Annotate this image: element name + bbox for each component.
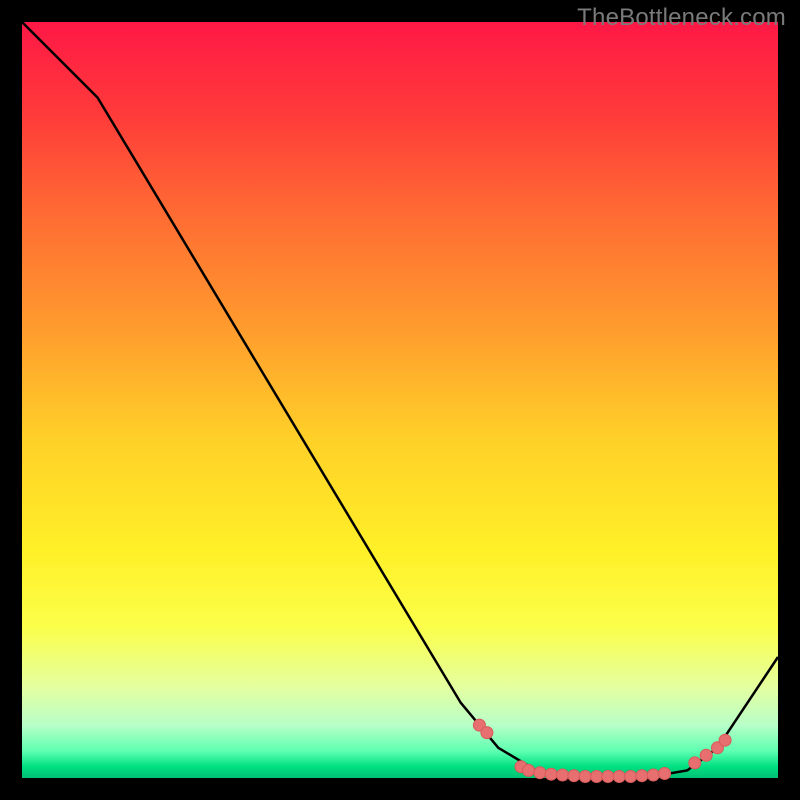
chart-plot-area [22,22,778,778]
watermark-text: TheBottleneck.com [577,4,786,32]
chart-frame: TheBottleneck.com [0,0,800,800]
